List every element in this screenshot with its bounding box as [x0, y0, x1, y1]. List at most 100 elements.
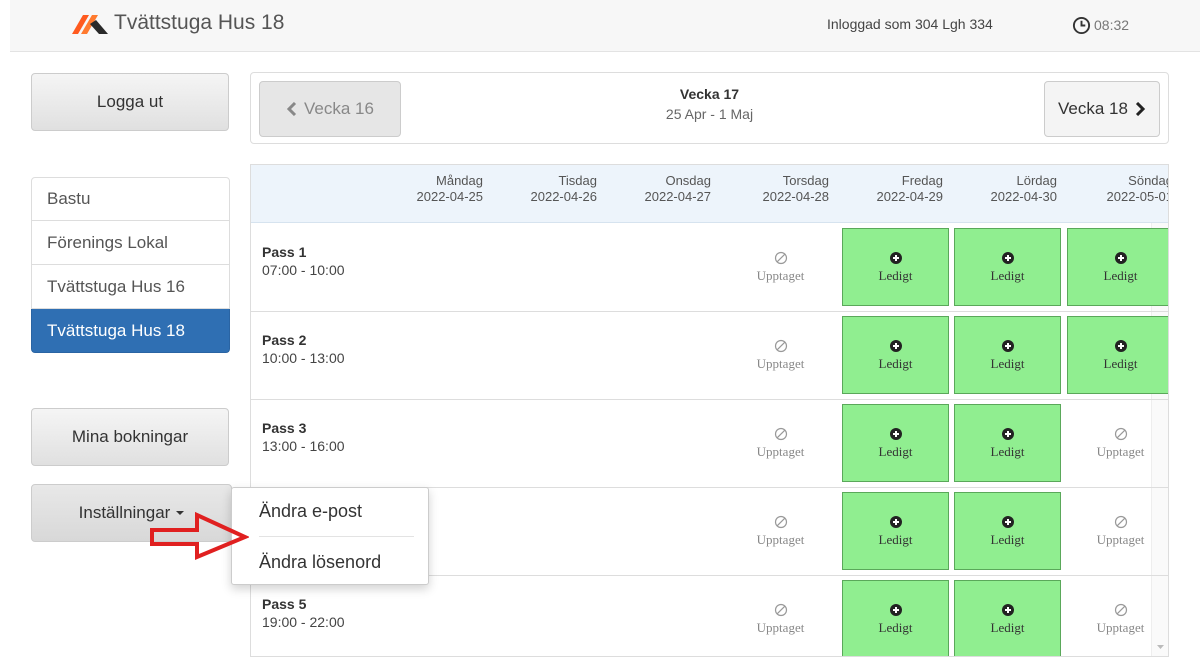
pass-time: 07:00 - 10:00 — [262, 262, 345, 278]
slot-busy: Upptaget — [1067, 492, 1168, 570]
facility-item-tvattstuga-hus-18[interactable]: Tvättstuga Hus 18 — [31, 309, 230, 353]
pass-row: Pass 3 13:00 - 16:00 Upptaget Ledigt Ledigt U… — [251, 400, 1168, 488]
pass-name: Pass 5 — [262, 596, 307, 612]
slot-busy: Upptaget — [727, 492, 834, 570]
slot-free[interactable]: Ledigt — [954, 228, 1061, 306]
pass-name: Pass 3 — [262, 420, 307, 436]
plus-circle-icon — [889, 251, 902, 264]
slot-free[interactable]: Ledigt — [842, 404, 949, 482]
slot-free[interactable]: Ledigt — [1067, 228, 1168, 306]
ban-icon — [774, 427, 787, 440]
plus-circle-icon — [1001, 339, 1014, 352]
slot-free[interactable]: Ledigt — [954, 404, 1061, 482]
ban-icon — [1114, 427, 1127, 440]
facility-list: Bastu Förenings Lokal Tvättstuga Hus 16 … — [31, 177, 230, 353]
day-date: 2022-05-01 — [1106, 189, 1169, 204]
change-password-item[interactable]: Ändra lösenord — [232, 552, 428, 573]
facility-item-tvattstuga-hus-16[interactable]: Tvättstuga Hus 16 — [31, 265, 230, 309]
plus-circle-icon — [889, 339, 902, 352]
plus-circle-icon — [1001, 603, 1014, 616]
day-header-6: Söndag 2022-05-01 — [1065, 173, 1169, 205]
change-email-item[interactable]: Ändra e-post — [232, 501, 428, 522]
slot-free[interactable]: Ledigt — [842, 228, 949, 306]
ban-icon — [774, 251, 787, 264]
slot-label: Upptaget — [756, 355, 805, 371]
chevron-right-icon — [1135, 102, 1146, 116]
slot-label: Ledigt — [1103, 267, 1138, 283]
day-header-5: Lördag 2022-04-30 — [949, 173, 1058, 205]
facility-item-bastu[interactable]: Bastu — [31, 177, 230, 221]
day-date: 2022-04-26 — [530, 189, 598, 204]
pass-time: 19:00 - 22:00 — [262, 614, 345, 630]
ban-icon — [774, 603, 787, 616]
logout-button[interactable]: Logga ut — [31, 73, 229, 131]
app-title: Tvättstuga Hus 18 — [114, 11, 285, 34]
day-date: 2022-04-27 — [644, 189, 712, 204]
slot-busy: Upptaget — [1067, 580, 1168, 656]
pass-time: 13:00 - 16:00 — [262, 438, 345, 454]
schedule-header: Måndag 2022-04-25 Tisdag 2022-04-26 Onsdag 20… — [251, 165, 1168, 223]
my-bookings-button[interactable]: Mina bokningar — [31, 408, 229, 466]
plus-circle-icon — [1114, 339, 1127, 352]
day-name: Lördag — [1016, 173, 1057, 188]
pass-row: Pass 2 10:00 - 13:00 Upptaget Ledigt Ledigt L… — [251, 312, 1168, 400]
plus-circle-icon — [1114, 251, 1127, 264]
day-name: Torsdag — [782, 173, 829, 188]
day-date: 2022-04-30 — [990, 189, 1058, 204]
slot-label: Upptaget — [756, 267, 805, 283]
slot-label: Ledigt — [990, 443, 1025, 459]
day-date: 2022-04-29 — [876, 189, 944, 204]
slot-label: Ledigt — [878, 355, 913, 371]
slot-label: Ledigt — [990, 267, 1025, 283]
day-date: 2022-04-28 — [762, 189, 830, 204]
slot-busy: Upptaget — [1067, 404, 1168, 482]
day-name: Söndag — [1128, 173, 1169, 188]
ban-icon — [774, 515, 787, 528]
day-header-4: Fredag 2022-04-29 — [835, 173, 944, 205]
next-week-button[interactable]: Vecka 18 — [1044, 81, 1160, 137]
ban-icon — [1114, 515, 1127, 528]
slot-free[interactable]: Ledigt — [842, 580, 949, 656]
pass-name: Pass 2 — [262, 332, 307, 348]
clock-time: 08:32 — [1094, 17, 1130, 33]
slot-free[interactable]: Ledigt — [1067, 316, 1168, 394]
red-arrow-annotation — [150, 511, 249, 560]
plus-circle-icon — [1001, 251, 1014, 264]
slot-busy: Upptaget — [727, 228, 834, 306]
settings-dropdown-menu: Ändra e-post Ändra lösenord — [231, 487, 429, 585]
pass-row: Pass 1 07:00 - 10:00 Upptaget Ledigt Ledigt L… — [251, 224, 1168, 312]
plus-circle-icon — [889, 427, 902, 440]
day-name: Måndag — [436, 173, 483, 188]
day-header-1: Tisdag 2022-04-26 — [489, 173, 598, 205]
slot-label: Upptaget — [1096, 619, 1145, 635]
slot-label: Ledigt — [1103, 355, 1138, 371]
day-header-3: Torsdag 2022-04-28 — [721, 173, 830, 205]
slot-busy: Upptaget — [727, 580, 834, 656]
week-navigation: Vecka 16 Vecka 17 25 Apr - 1 Maj Vecka 1… — [250, 72, 1169, 144]
next-week-label: Vecka 18 — [1058, 99, 1128, 118]
pass-time: 10:00 - 13:00 — [262, 350, 345, 366]
slot-label: Ledigt — [878, 267, 913, 283]
slot-free[interactable]: Ledigt — [954, 316, 1061, 394]
clock-icon — [1072, 16, 1091, 35]
slot-label: Ledigt — [878, 443, 913, 459]
slot-free[interactable]: Ledigt — [842, 316, 949, 394]
ban-icon — [774, 339, 787, 352]
week-title: Vecka 17 — [679, 86, 740, 102]
plus-circle-icon — [889, 603, 902, 616]
day-header-0: Måndag 2022-04-25 — [375, 173, 484, 205]
day-date: 2022-04-25 — [416, 189, 484, 204]
slot-label: Upptaget — [756, 443, 805, 459]
day-name: Tisdag — [558, 173, 597, 188]
facility-item-forenings-lokal[interactable]: Förenings Lokal — [31, 221, 230, 265]
day-name: Fredag — [901, 173, 943, 188]
slot-free[interactable]: Ledigt — [842, 492, 949, 570]
slot-label: Ledigt — [990, 619, 1025, 635]
slot-free[interactable]: Ledigt — [954, 492, 1061, 570]
slot-label: Upptaget — [756, 531, 805, 547]
ban-icon — [1114, 603, 1127, 616]
top-header: Tvättstuga Hus 18 Inloggad som 304 Lgh 3… — [10, 0, 1200, 52]
week-range: 25 Apr - 1 Maj — [665, 106, 754, 122]
plus-circle-icon — [889, 515, 902, 528]
slot-free[interactable]: Ledigt — [954, 580, 1061, 656]
